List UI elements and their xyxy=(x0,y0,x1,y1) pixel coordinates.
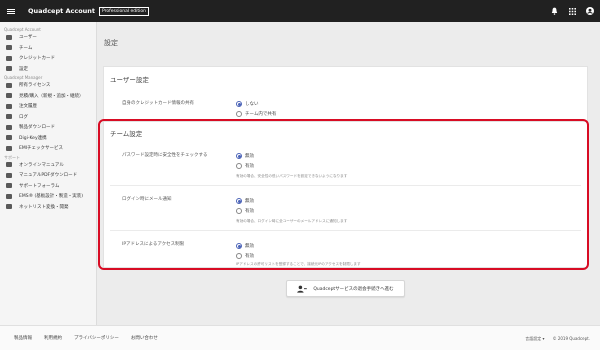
radio-label: チーム内で共有 xyxy=(245,112,277,117)
sidebar-item-label: チーム xyxy=(19,45,33,51)
topbar-actions xyxy=(550,0,594,22)
top-app-bar: Quadcept Account Professional edition xyxy=(0,0,600,22)
sidebar-item-label: 製品ダウンロード xyxy=(19,125,55,131)
sidebar-item-digikey[interactable]: Digi-Key連携 xyxy=(0,133,96,144)
chart-icon xyxy=(5,113,13,120)
footer-right: 言語設定 ▾ © 2019 Quadcept. xyxy=(525,326,590,350)
page-title: 設定 xyxy=(104,39,118,47)
sidebar-item-download[interactable]: 製品ダウンロード xyxy=(0,122,96,133)
cloud-download-icon xyxy=(5,124,13,131)
chevron-down-icon: ▾ xyxy=(542,335,545,341)
netlist-icon xyxy=(5,203,13,210)
pdf-icon xyxy=(5,172,13,179)
sidebar-item-label: オンラインマニュアル xyxy=(19,162,64,168)
sidebar-item-label: マニュアルPDFダウンロード xyxy=(19,173,78,179)
cart-icon xyxy=(5,134,13,141)
sidebar-item-licenses[interactable]: 所有ライセンス xyxy=(0,80,96,91)
sidebar-item-label: 見積/購入（新規・追加・継続） xyxy=(19,93,84,99)
sidebar-item-users[interactable]: ユーザー xyxy=(0,32,96,43)
sidebar-item-team[interactable]: チーム xyxy=(0,43,96,54)
sidebar-item-online-manual[interactable]: オンラインマニュアル xyxy=(0,160,96,171)
radio-share-team[interactable]: チーム内で共有 xyxy=(236,110,276,118)
sidebar-item-label: EMS® (基板設計・製造・実装) xyxy=(19,194,84,200)
account-icon[interactable] xyxy=(586,7,594,15)
bell-icon[interactable] xyxy=(550,7,558,15)
emi-icon xyxy=(5,145,13,152)
sidebar-item-credit-card[interactable]: クレジットカード xyxy=(0,53,96,64)
sidebar-item-label: 設定 xyxy=(19,66,28,72)
language-label: 言語設定 xyxy=(525,335,542,341)
sidebar-item-label: クレジットカード xyxy=(19,56,55,62)
radio-checked-icon xyxy=(236,101,242,107)
sidebar-item-label: 所有ライセンス xyxy=(19,83,51,89)
apps-grid-icon[interactable] xyxy=(568,7,576,15)
book-icon xyxy=(5,161,13,168)
history-icon xyxy=(5,103,13,110)
app-title[interactable]: Quadcept Account xyxy=(28,7,95,15)
menu-icon[interactable] xyxy=(0,0,22,22)
sidebar-item-netlist[interactable]: ネットリスト変換・開発 xyxy=(0,202,96,213)
sidebar-item-emi-check[interactable]: EMIチェックサービス xyxy=(0,143,96,154)
sidebar-item-pdf-manual[interactable]: マニュアルPDFダウンロード xyxy=(0,170,96,181)
credit-card-icon xyxy=(5,55,13,62)
sidebar-item-label: ユーザー xyxy=(19,35,37,41)
license-icon xyxy=(5,82,13,89)
withdraw-procedure-button[interactable]: Quadceptサービスの退会手続きへ進む xyxy=(286,280,405,297)
language-select[interactable]: 言語設定 ▾ xyxy=(525,336,544,342)
sidebar-item-label: 注文履歴 xyxy=(19,104,37,110)
radio-unchecked-icon xyxy=(236,111,242,117)
cart-icon xyxy=(5,92,13,99)
withdraw-procedure-label: Quadceptサービスの退会手続きへ進む xyxy=(313,286,394,292)
footer-link-product-info[interactable]: 製品情報 xyxy=(14,335,32,341)
gear-icon xyxy=(5,65,13,72)
sidebar-item-forum[interactable]: サポートフォーラム xyxy=(0,181,96,192)
footer-link-contact[interactable]: お問い合わせ xyxy=(131,335,158,341)
sidebar: Quadcept Account ユーザー チーム クレジットカード 設定 Qu… xyxy=(0,22,97,325)
sidebar-item-label: ログ xyxy=(19,114,28,120)
sidebar-item-label: ネットリスト変換・開発 xyxy=(19,204,69,210)
sidebar-item-log[interactable]: ログ xyxy=(0,112,96,123)
forum-icon xyxy=(5,182,13,189)
team-settings-highlight xyxy=(98,119,589,270)
ems-icon xyxy=(5,193,13,200)
user-settings-title: ユーザー設定 xyxy=(110,76,149,84)
credit-card-share-label: 自身のクレジットカード情報の共有 xyxy=(122,101,194,106)
radio-label: しない xyxy=(245,102,259,107)
remove-user-icon xyxy=(297,285,308,293)
sidebar-item-settings[interactable]: 設定 xyxy=(0,64,96,75)
users-icon xyxy=(5,34,13,41)
footer-link-privacy[interactable]: プライバシーポリシー xyxy=(74,335,119,341)
sidebar-item-quote-purchase[interactable]: 見積/購入（新規・追加・継続） xyxy=(0,91,96,102)
sidebar-item-label: Digi-Key連携 xyxy=(19,135,47,141)
copyright: © 2019 Quadcept. xyxy=(552,336,590,341)
sidebar-item-order-history[interactable]: 注文履歴 xyxy=(0,101,96,112)
edition-badge: Professional edition xyxy=(99,6,150,16)
sidebar-item-ems[interactable]: EMS® (基板設計・製造・実装) xyxy=(0,191,96,202)
sidebar-item-label: サポートフォーラム xyxy=(19,183,60,189)
footer-link-terms[interactable]: 利用規約 xyxy=(44,335,62,341)
sidebar-item-label: EMIチェックサービス xyxy=(19,146,64,152)
footer: 製品情報 利用規約 プライバシーポリシー お問い合わせ 言語設定 ▾ © 201… xyxy=(0,325,600,350)
team-icon xyxy=(5,44,13,51)
radio-share-none[interactable]: しない xyxy=(236,100,259,108)
